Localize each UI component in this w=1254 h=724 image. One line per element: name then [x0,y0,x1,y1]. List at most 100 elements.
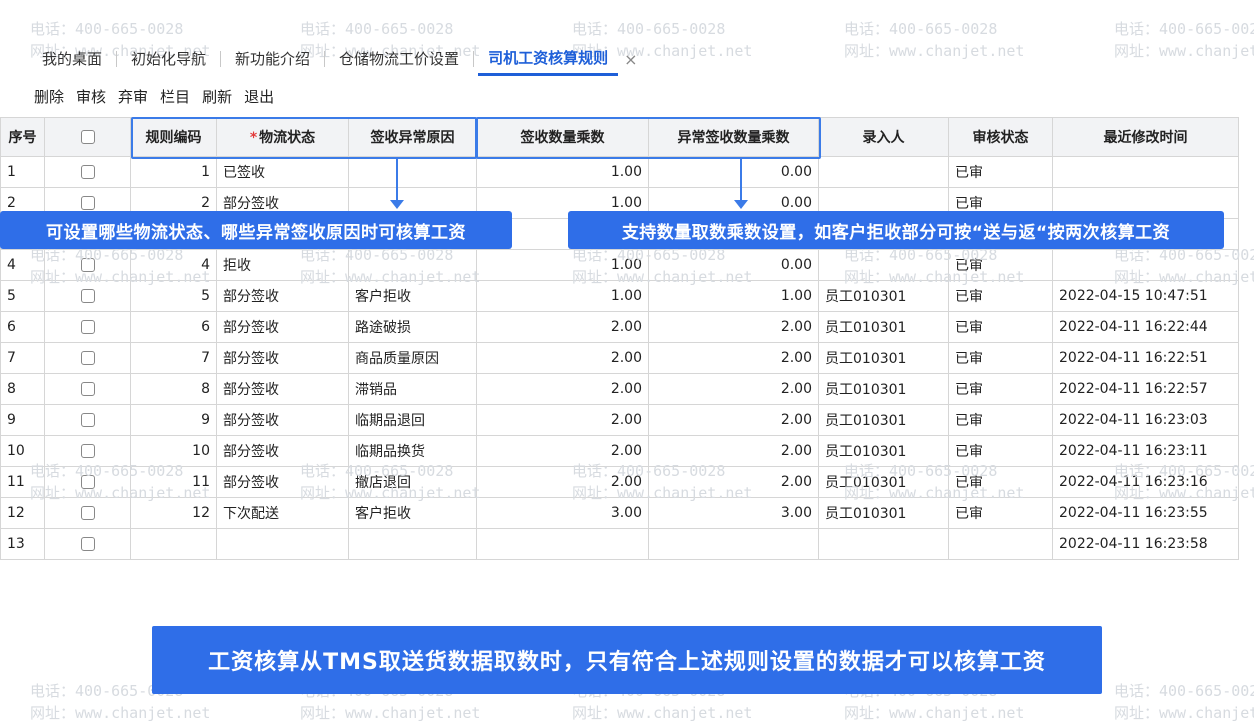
row-creator: 员工010301 [818,435,949,467]
col-audit-status[interactable]: 审核状态 [948,117,1053,157]
row-rule-code: 10 [130,435,217,467]
row-select-checkbox[interactable] [80,413,95,427]
callout-bottom-banner: 工资核算从TMS取送货数据取数时，只有符合上述规则设置的数据才可以核算工资 [152,626,1102,694]
col-logistics-status[interactable]: * 物流状态 [216,117,349,157]
watermark-phone: 电话：400-665-0028 [1114,20,1254,38]
row-qty-multiplier: 2.00 [476,466,649,498]
row-checkbox[interactable] [44,311,131,343]
row-checkbox[interactable] [44,435,131,467]
row-creator: 员工010301 [818,311,949,343]
row-rule-code [130,528,217,560]
callout-bottom-text: 工资核算从TMS取送货数据取数时，只有符合上述规则设置的数据才可以核算工资 [208,650,1046,675]
row-select-checkbox[interactable] [80,444,95,458]
table-row[interactable]: 10 10 部分签收 临期品换货 2.00 2.00 员工010301 已审 2022-04-1… [0,435,1239,467]
row-select-checkbox[interactable] [80,289,95,303]
table-header-row: 序号 规则编码 * 物流状态 签收异常原因 签收数量乘数 异常签收数量乘数 录入人… [0,117,1239,157]
table-row[interactable]: 8 8 部分签收 滞销品 2.00 2.00 员工010301 已审 2022-04-11 16… [0,373,1239,405]
row-abnormal-reason: 临期品换货 [348,435,477,467]
close-icon[interactable]: × [624,50,637,69]
col-modified-time[interactable]: 最近修改时间 [1052,117,1239,157]
row-creator: 员工010301 [818,373,949,405]
watermark-site: 网址：www.chanjet.net [844,704,1025,722]
audit-button[interactable]: 审核 [76,86,106,107]
delete-button[interactable]: 删除 [34,86,64,107]
watermark-text: 电话：400-665-0028 网址：www.chanjet.net [1114,680,1254,724]
tab-new-features[interactable]: 新功能介绍 [225,44,320,74]
row-audit-status: 已审 [948,497,1053,529]
col-abnormal-qty-multiplier[interactable]: 异常签收数量乘数 [648,117,819,157]
row-checkbox[interactable] [44,466,131,498]
row-checkbox[interactable] [44,528,131,560]
table-row[interactable]: 5 5 部分签收 客户拒收 1.00 1.00 员工010301 已审 2022-04-15 1… [0,280,1239,312]
tab-driver-wage-rules[interactable]: 司机工资核算规则 [478,43,619,76]
row-qty-multiplier [476,528,649,560]
tab-warehouse-price[interactable]: 仓储物流工价设置 [329,44,469,74]
col-abnormal-reason[interactable]: 签收异常原因 [348,117,477,157]
col-creator[interactable]: 录入人 [818,117,949,157]
watermark-phone: 电话：400-665-0028 [572,20,726,38]
table-row[interactable]: 7 7 部分签收 商品质量原因 2.00 2.00 员工010301 已审 2022-04-11… [0,342,1239,374]
select-all-checkbox[interactable] [80,130,95,144]
row-select-checkbox[interactable] [80,165,95,179]
row-modified-time: 2022-04-11 16:23:58 [1052,528,1239,560]
row-qty-multiplier: 1.00 [476,280,649,312]
row-checkbox[interactable] [44,156,131,188]
row-checkbox[interactable] [44,249,131,281]
table-row[interactable]: 11 11 部分签收 撤店退回 2.00 2.00 员工010301 已审 2022-04-11… [0,466,1239,498]
tab-my-desktop[interactable]: 我的桌面 [32,44,112,74]
row-modified-time: 2022-04-15 10:47:51 [1052,280,1239,312]
row-select-checkbox[interactable] [80,258,95,272]
watermark-text: 电话：400-665-0028 网址：www.chanjet.net [1114,18,1254,62]
row-rule-code: 12 [130,497,217,529]
row-select-checkbox[interactable] [80,320,95,334]
row-select-checkbox[interactable] [80,351,95,365]
refresh-button[interactable]: 刷新 [202,86,232,107]
table-row[interactable]: 12 12 下次配送 客户拒收 3.00 3.00 员工010301 已审 2022-04-11… [0,497,1239,529]
watermark-phone: 电话：400-665-0028 [300,20,454,38]
row-qty-multiplier: 2.00 [476,373,649,405]
row-modified-time: 2022-04-11 16:22:51 [1052,342,1239,374]
row-rule-code: 7 [130,342,217,374]
tab-init-nav[interactable]: 初始化导航 [121,44,216,74]
row-checkbox[interactable] [44,280,131,312]
exit-button[interactable]: 退出 [244,86,274,107]
row-checkbox[interactable] [44,497,131,529]
table-row[interactable]: 1 1 已签收 1.00 0.00 已审 [0,156,1239,188]
row-creator [818,528,949,560]
row-modified-time [1052,249,1239,281]
row-select-checkbox[interactable] [80,537,95,551]
table-row[interactable]: 13 2022-04-11 16:23:58 [0,528,1239,560]
row-select-checkbox[interactable] [80,506,95,520]
col-rule-code[interactable]: 规则编码 [130,117,217,157]
row-abnormal-qty-multiplier: 2.00 [648,466,819,498]
tab-bar: 我的桌面 初始化导航 新功能介绍 仓储物流工价设置 司机工资核算规则 × [32,43,637,76]
col-qty-multiplier[interactable]: 签收数量乘数 [476,117,649,157]
row-logistics-status: 拒收 [216,249,349,281]
table-row[interactable]: 6 6 部分签收 路途破损 2.00 2.00 员工010301 已审 2022-04-11 1… [0,311,1239,343]
row-checkbox[interactable] [44,373,131,405]
row-qty-multiplier: 1.00 [476,249,649,281]
row-seq: 11 [0,466,45,498]
row-audit-status: 已审 [948,280,1053,312]
columns-button[interactable]: 栏目 [160,86,190,107]
row-select-checkbox[interactable] [80,196,95,210]
row-audit-status: 已审 [948,342,1053,374]
row-select-checkbox[interactable] [80,475,95,489]
table-row[interactable]: 9 9 部分签收 临期品退回 2.00 2.00 员工010301 已审 2022-04-11 … [0,404,1239,436]
row-audit-status: 已审 [948,311,1053,343]
row-abnormal-qty-multiplier: 2.00 [648,404,819,436]
row-select-checkbox[interactable] [80,382,95,396]
row-modified-time: 2022-04-11 16:22:44 [1052,311,1239,343]
watermark-site: 网址：www.chanjet.net [1114,704,1254,722]
col-select-all[interactable] [44,117,131,157]
row-checkbox[interactable] [44,404,131,436]
table-row[interactable]: 4 4 拒收 1.00 0.00 已审 [0,249,1239,281]
unaudit-button[interactable]: 弃审 [118,86,148,107]
tab-divider [324,51,326,67]
row-rule-code: 5 [130,280,217,312]
watermark-site: 网址：www.chanjet.net [844,42,1025,60]
row-qty-multiplier: 2.00 [476,342,649,374]
row-seq: 6 [0,311,45,343]
row-rule-code: 8 [130,373,217,405]
row-checkbox[interactable] [44,342,131,374]
